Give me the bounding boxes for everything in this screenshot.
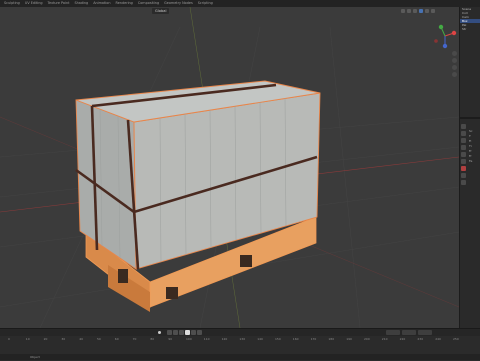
frame-tick-label: 100 (186, 337, 192, 341)
frame-tick-label: 90 (168, 337, 173, 341)
outliner-panel: Scene Coll Cam Box Pal Str (459, 7, 480, 117)
scene-tab-icon[interactable] (461, 152, 466, 157)
output-tab-icon[interactable] (461, 138, 466, 143)
properties-panel: Sc T Fi Ti Fr Fr Fe (459, 117, 480, 330)
timeline-ruler[interactable]: 0 10 20 30 40 50 60 70 80 90 100 110 120 130 140 150 160… (0, 337, 480, 343)
keyframe-icon[interactable] (158, 331, 161, 334)
start-frame-field[interactable] (402, 330, 416, 335)
viewport-header-icons (401, 9, 435, 13)
world-tab-icon[interactable] (461, 159, 466, 164)
3d-viewport[interactable]: Global (0, 7, 459, 328)
frame-tick-label: 10 (25, 337, 30, 341)
end-frame-field[interactable] (418, 330, 432, 335)
frame-tick-label: 250 (453, 337, 459, 341)
grid-view-icon[interactable] (452, 72, 457, 77)
material-shading-icon[interactable] (425, 9, 429, 13)
playback-controls (167, 330, 202, 335)
play-reverse-button[interactable] (179, 330, 184, 335)
workspace-tab-bar: Sculpting UV Editing Texture Paint Shading A… (0, 0, 480, 7)
frame-range-fields (386, 330, 432, 335)
frame-tick-label: 40 (79, 337, 84, 341)
workspace-tab[interactable]: UV Editing (23, 0, 45, 7)
frame-tick-label: 70 (132, 337, 137, 341)
frame-tick-label: 120 (221, 337, 228, 341)
workspace-tab[interactable]: Scripting (196, 0, 215, 7)
camera-view-icon[interactable] (452, 65, 457, 70)
view-layer-tab-icon[interactable] (461, 145, 466, 150)
frame-tick-label: 130 (239, 337, 246, 341)
prev-key-button[interactable] (173, 330, 178, 335)
next-key-button[interactable] (191, 330, 196, 335)
jump-end-button[interactable] (197, 330, 202, 335)
status-bar: Object (0, 354, 480, 360)
current-frame-field[interactable] (386, 330, 400, 335)
solid-shading-icon[interactable] (419, 9, 423, 13)
workspace-tab[interactable]: Texture Paint (46, 0, 72, 7)
workspace-tab[interactable]: Geometry Nodes (162, 0, 195, 7)
transform-orientation-select[interactable]: Global (152, 8, 170, 14)
navigation-gizmo[interactable] (432, 21, 458, 51)
view-navigation-tools (452, 51, 457, 77)
property-label: Fe (469, 159, 473, 163)
render-tab-icon[interactable] (461, 131, 466, 136)
frame-tick-label: 200 (364, 337, 370, 341)
workspace-tab[interactable]: Sculpting (2, 0, 22, 7)
frame-tick-label: 110 (203, 337, 210, 341)
frame-tick-label: 160 (292, 337, 299, 341)
frame-tick-label: 170 (310, 337, 317, 341)
frame-tick-label: 230 (417, 337, 424, 341)
frame-tick-label: 20 (43, 337, 48, 341)
pan-icon[interactable] (452, 58, 457, 63)
frame-tick-label: 240 (435, 337, 441, 341)
frame-tick-label: 150 (275, 337, 281, 341)
workspace-tab[interactable]: Compositing (136, 0, 161, 7)
modifier-tab-icon[interactable] (461, 173, 466, 178)
workspace-tab[interactable]: Animation (91, 0, 112, 7)
frame-tick-label: 50 (97, 337, 101, 341)
frame-tick-label: 80 (150, 337, 155, 341)
workspace-tab[interactable]: Shading (72, 0, 90, 7)
frame-tick-label: 190 (346, 337, 352, 341)
frame-tick-label: 0 (8, 337, 10, 341)
zoom-icon[interactable] (452, 51, 457, 56)
timeline-header (0, 329, 480, 336)
frame-tick-label: 30 (61, 337, 66, 341)
object-tab-icon[interactable] (461, 166, 466, 171)
frame-tick-label: 220 (399, 337, 406, 341)
frame-tick-label: 180 (328, 337, 335, 341)
play-button[interactable] (185, 330, 190, 335)
jump-start-button[interactable] (167, 330, 172, 335)
xray-icon[interactable] (413, 9, 417, 13)
material-tab-icon[interactable] (461, 180, 466, 185)
frame-tick-label: 210 (381, 337, 388, 341)
viewport-scene (0, 7, 459, 328)
properties-tab-column (461, 124, 466, 185)
properties-content: Sc T Fi Ti Fr Fr Fe (469, 129, 473, 164)
frame-tick-label: 140 (257, 337, 263, 341)
tool-tab-icon[interactable] (461, 124, 466, 129)
rendered-shading-icon[interactable] (431, 9, 435, 13)
visibility-icon[interactable] (401, 9, 405, 13)
overlay-icon[interactable] (407, 9, 411, 13)
neg-x-axis-icon[interactable] (434, 39, 438, 43)
z-axis-icon[interactable] (442, 43, 448, 49)
workspace-tab[interactable]: Rendering (114, 0, 135, 7)
frame-tick-label: 60 (114, 337, 119, 341)
outliner-row[interactable]: Str (460, 27, 480, 31)
x-axis-icon[interactable] (451, 30, 457, 36)
y-axis-icon[interactable] (438, 24, 444, 30)
